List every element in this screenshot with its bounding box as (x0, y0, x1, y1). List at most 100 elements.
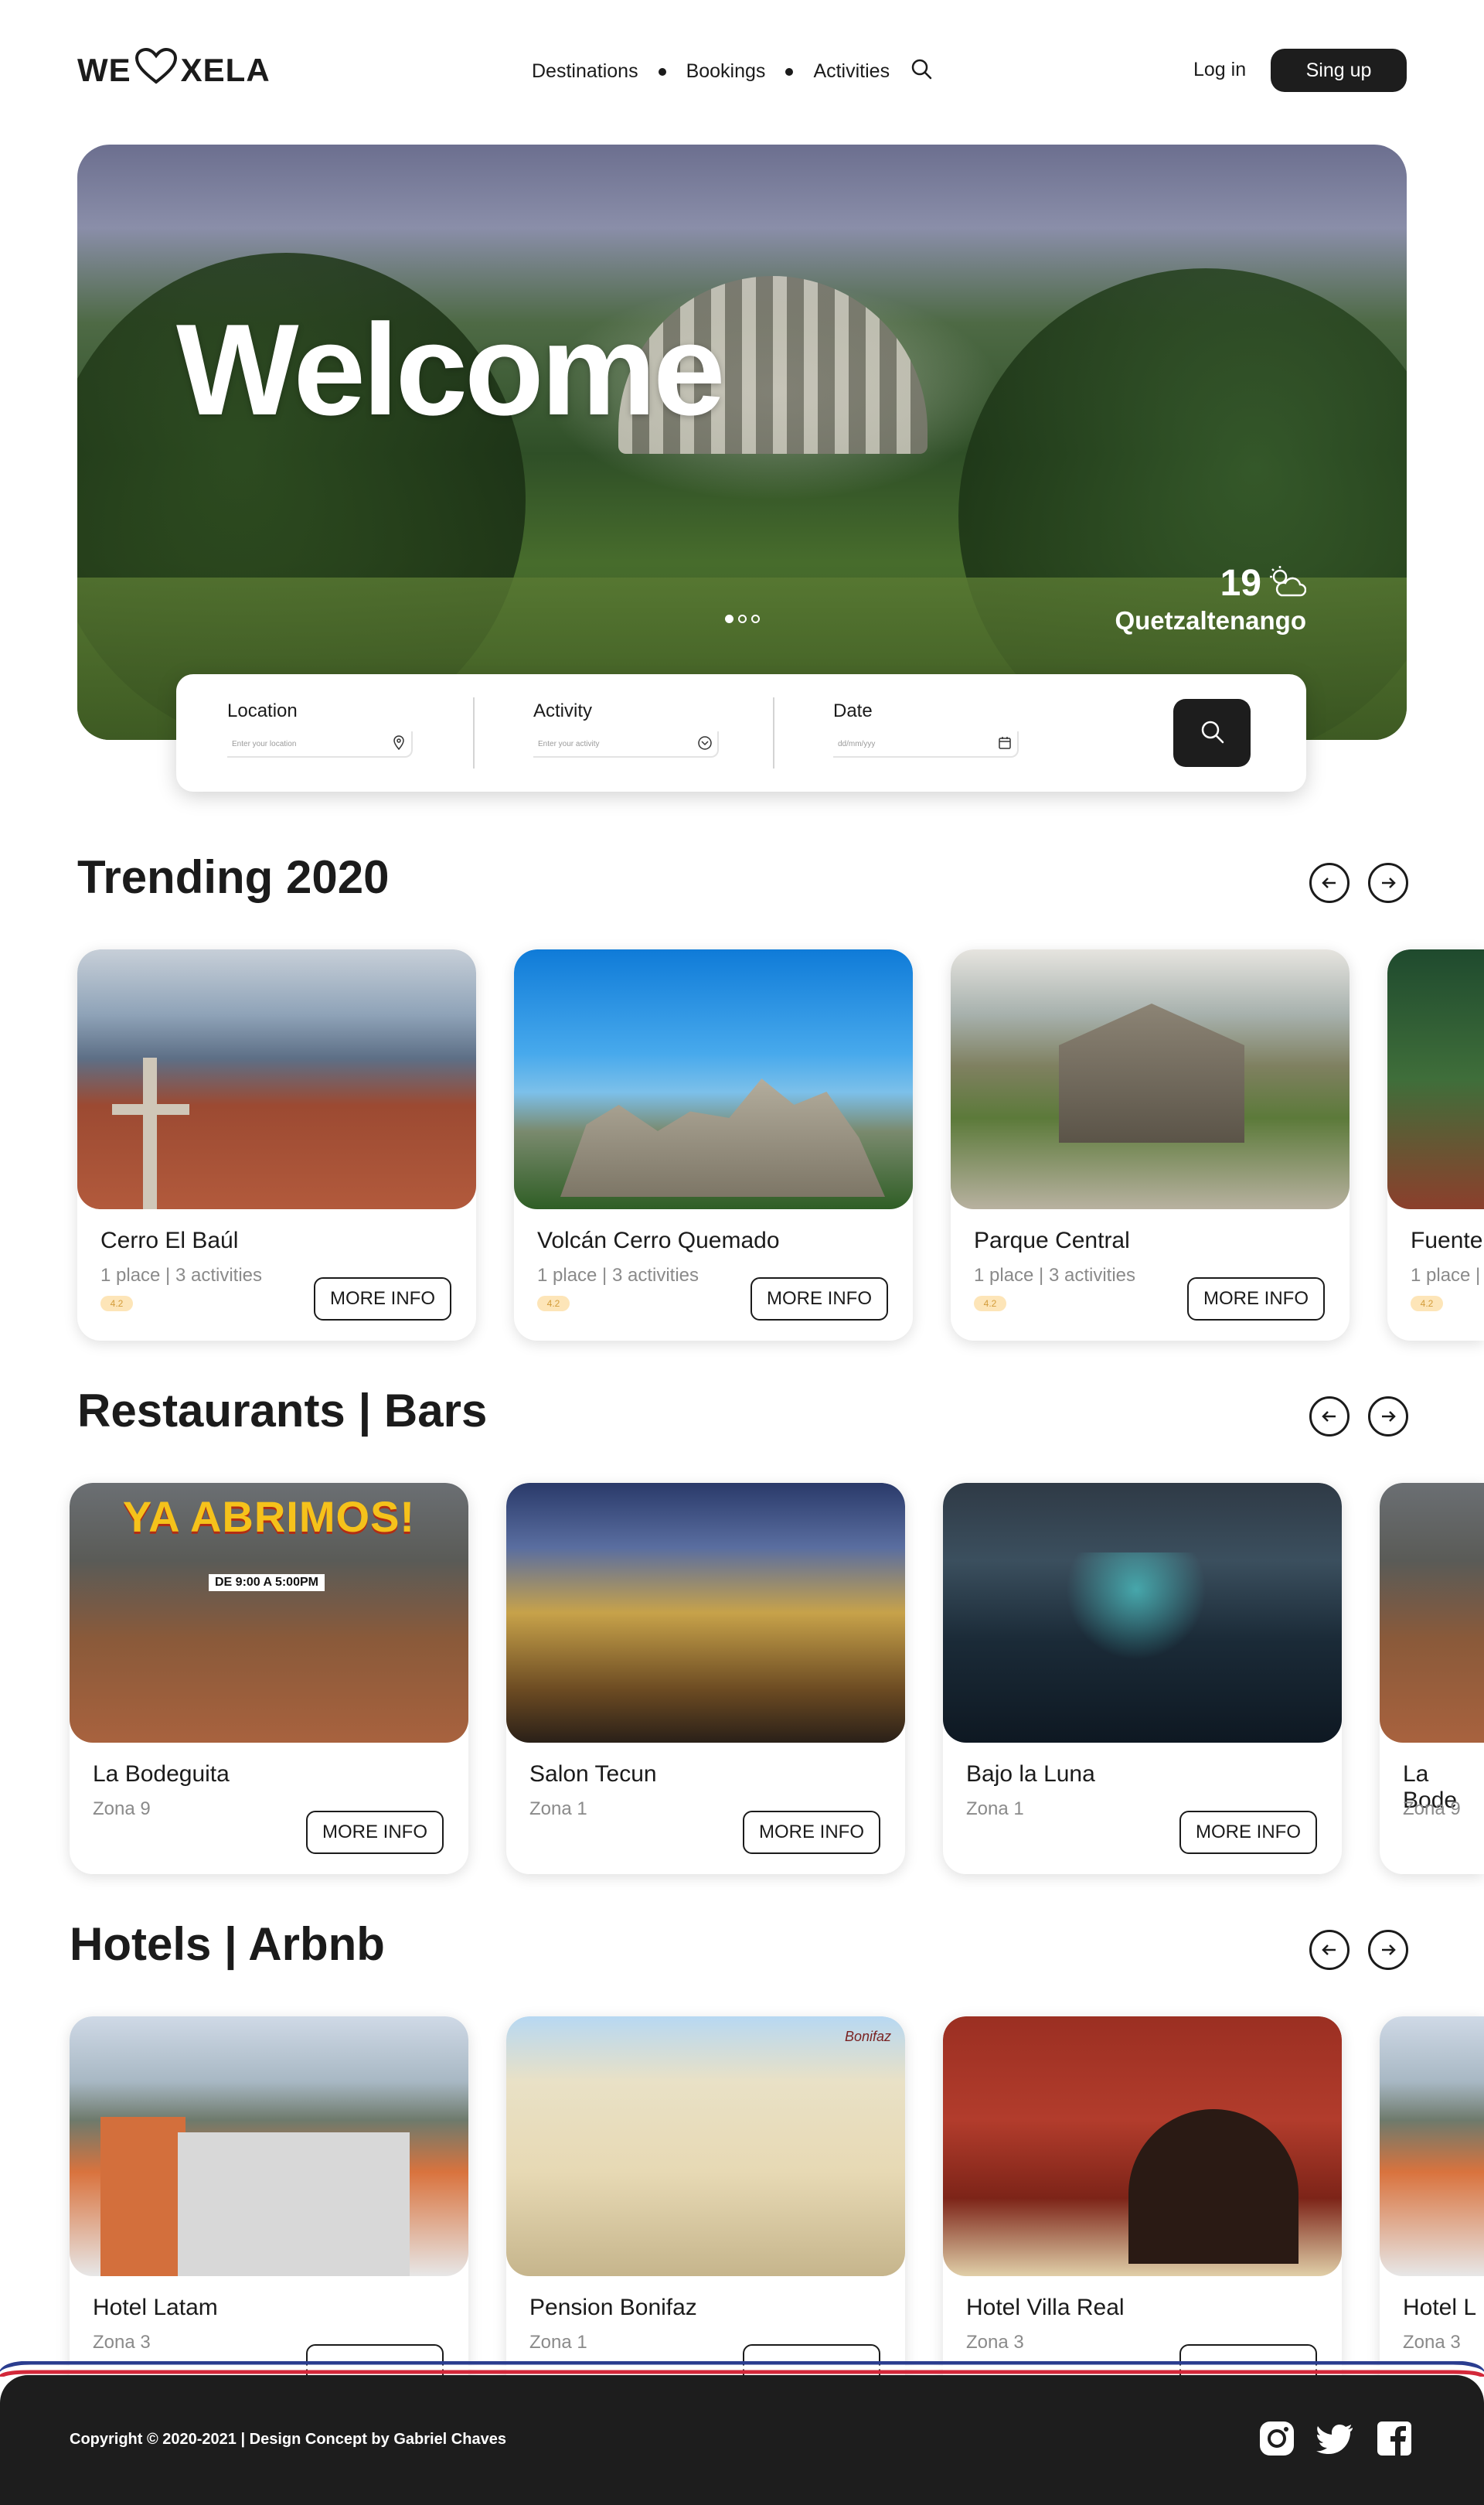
more-info-button[interactable]: MORE INFO (743, 1811, 880, 1854)
card-subtitle: Zona 3 (93, 2332, 151, 2353)
trending-title: Trending 2020 (77, 851, 390, 903)
card-image (506, 1483, 905, 1743)
card-title: Volcán Cerro Quemado (537, 1228, 780, 1253)
hotel-card[interactable]: Hotel L Zona 3 (1380, 2016, 1484, 2408)
slide-indicator (725, 615, 760, 623)
date-label: Date (833, 700, 873, 721)
activity-select[interactable]: Enter your activity (533, 731, 719, 758)
nav-separator (658, 67, 666, 76)
card-title: Hotel Latam (93, 2295, 218, 2320)
card-image (70, 2016, 468, 2276)
social-links (1257, 2418, 1414, 2462)
card-title: Pension Bonifaz (529, 2295, 697, 2320)
hero-title: Welcome (176, 297, 726, 442)
card-title: Parque Central (974, 1228, 1130, 1253)
calendar-icon (997, 735, 1013, 753)
next-arrow-button[interactable] (1368, 863, 1408, 903)
slide-dot[interactable] (751, 615, 760, 623)
card-subtitle: Zona 9 (1403, 1798, 1461, 1819)
logo[interactable]: WE XELA (77, 47, 271, 93)
activity-label: Activity (533, 700, 593, 721)
card-subtitle: Zona 1 (966, 1798, 1024, 1819)
signup-button[interactable]: Sing up (1271, 49, 1407, 92)
trending-card[interactable]: Volcán Cerro Quemado 1 place | 3 activit… (514, 949, 913, 1341)
restaurant-card[interactable]: Bajo la Luna Zona 1 MORE INFO (943, 1483, 1342, 1874)
rating-badge: 4.2 (974, 1296, 1006, 1311)
nav-bookings[interactable]: Bookings (686, 60, 766, 83)
search-button[interactable] (1173, 699, 1251, 767)
card-image (1387, 949, 1484, 1209)
restaurant-card[interactable]: YA ABRIMOS! DE 9:00 A 5:00PM La Bodeguit… (70, 1483, 468, 1874)
twitter-icon[interactable] (1316, 2418, 1356, 2462)
date-placeholder: dd/mm/yyy (838, 739, 876, 748)
restaurant-card[interactable]: Salon Tecun Zona 1 MORE INFO (506, 1483, 905, 1874)
login-link[interactable]: Log in (1193, 59, 1246, 81)
card-subtitle: Zona 9 (93, 1798, 151, 1819)
more-info-button[interactable]: MORE INFO (751, 1277, 888, 1321)
copyright-text: Copyright © 2020-2021 | Design Concept b… (70, 2431, 506, 2448)
more-info-button[interactable]: MORE INFO (306, 1811, 444, 1854)
next-arrow-button[interactable] (1368, 1396, 1408, 1437)
trending-card[interactable]: Fuente 1 place | 4.2 (1387, 949, 1484, 1341)
card-image: Bonifaz (506, 2016, 905, 2276)
card-title: Cerro El Baúl (100, 1228, 239, 1253)
hotel-card[interactable]: Hotel Latam Zona 3 (70, 2016, 468, 2408)
hotels-carousel-controls (1309, 1930, 1408, 1970)
nav-activities[interactable]: Activities (813, 60, 890, 83)
footer: Copyright © 2020-2021 | Design Concept b… (0, 2375, 1484, 2505)
hotels-title: Hotels | Arbnb (70, 1918, 385, 1970)
logo-suffix: XELA (180, 52, 271, 88)
card-image (514, 949, 913, 1209)
partly-cloudy-icon (1266, 564, 1307, 602)
card-title: Fuente (1411, 1228, 1483, 1253)
instagram-icon[interactable] (1257, 2418, 1297, 2462)
trending-card[interactable]: Cerro El Baúl 1 place | 3 activities 4.2… (77, 949, 476, 1341)
rating-badge: 4.2 (537, 1296, 570, 1311)
card-image (1380, 2016, 1484, 2276)
more-info-button[interactable]: MORE INFO (314, 1277, 451, 1321)
image-hours-text: DE 9:00 A 5:00PM (209, 1574, 325, 1591)
card-subtitle: Zona 3 (1403, 2332, 1461, 2353)
image-promo-text: YA ABRIMOS! (122, 1492, 416, 1541)
date-input[interactable]: dd/mm/yyy (833, 731, 1019, 758)
location-field: Location Enter your location (227, 700, 413, 758)
rating-badge: 4.2 (100, 1296, 133, 1311)
activity-field: Activity Enter your activity (533, 700, 719, 758)
next-arrow-button[interactable] (1368, 1930, 1408, 1970)
card-subtitle: Zona 1 (529, 2332, 587, 2353)
footer-flag-stripes (0, 2361, 1484, 2377)
card-subtitle: 1 place | (1411, 1265, 1481, 1286)
hotel-card[interactable]: Bonifaz Pension Bonifaz Zona 1 (506, 2016, 905, 2408)
slide-dot[interactable] (725, 615, 733, 623)
trending-card[interactable]: Parque Central 1 place | 3 activities 4.… (951, 949, 1350, 1341)
search-divider (773, 697, 774, 769)
facebook-icon[interactable] (1374, 2418, 1414, 2462)
card-image: YA ABRIMOS! DE 9:00 A 5:00PM (70, 1483, 468, 1743)
prev-arrow-button[interactable] (1309, 1396, 1350, 1437)
rating-badge: 4.2 (1411, 1296, 1443, 1311)
card-image (77, 949, 476, 1209)
prev-arrow-button[interactable] (1309, 1930, 1350, 1970)
activity-placeholder: Enter your activity (538, 739, 600, 748)
search-icon[interactable] (910, 57, 933, 86)
restaurant-card[interactable]: La Bode Zona 9 (1380, 1483, 1484, 1874)
weather-city: Quetzaltenango (1115, 606, 1306, 635)
restaurants-title: Restaurants | Bars (77, 1385, 488, 1437)
card-title: Bajo la Luna (966, 1761, 1095, 1787)
nav-separator (785, 67, 794, 76)
location-placeholder: Enter your location (232, 739, 297, 748)
location-label: Location (227, 700, 298, 721)
hotel-card[interactable]: Hotel Villa Real Zona 3 (943, 2016, 1342, 2408)
prev-arrow-button[interactable] (1309, 863, 1350, 903)
search-icon (1199, 718, 1225, 748)
more-info-button[interactable]: MORE INFO (1187, 1277, 1325, 1321)
slide-dot[interactable] (738, 615, 747, 623)
more-info-button[interactable]: MORE INFO (1179, 1811, 1317, 1854)
card-subtitle: Zona 3 (966, 2332, 1024, 2353)
card-image (951, 949, 1350, 1209)
main-nav: Destinations Bookings Activities (532, 57, 933, 86)
location-input[interactable]: Enter your location (227, 731, 413, 758)
chevron-down-icon (697, 735, 713, 753)
nav-destinations[interactable]: Destinations (532, 60, 638, 83)
image-sign-text: Bonifaz (844, 2029, 891, 2044)
